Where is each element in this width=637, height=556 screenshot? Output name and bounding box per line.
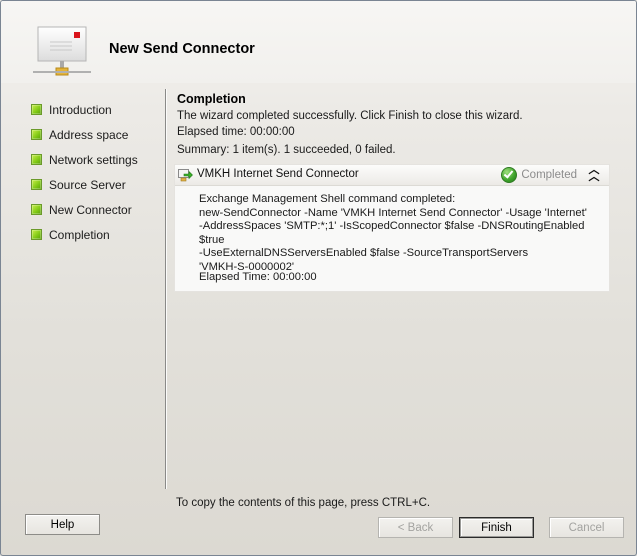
help-button[interactable]: Help <box>25 514 100 535</box>
success-check-icon <box>501 167 518 183</box>
result-elapsed-time: Elapsed Time: 00:00:00 <box>199 271 317 283</box>
step-complete-icon <box>31 129 42 140</box>
nav-step-network-settings[interactable]: Network settings <box>31 147 138 172</box>
elapsed-time: Elapsed time: 00:00:00 <box>177 126 295 138</box>
mail-connector-icon <box>29 25 93 85</box>
wizard-header: New Send Connector <box>1 1 636 83</box>
collapse-chevron-icon[interactable]: ︿ ︿ <box>587 165 601 183</box>
completion-message: The wizard completed successfully. Click… <box>177 110 523 122</box>
nav-step-source-server[interactable]: Source Server <box>31 172 138 197</box>
step-complete-icon <box>31 204 42 215</box>
section-title: Completion <box>177 92 246 106</box>
nav-step-label: Address space <box>49 127 129 142</box>
result-header[interactable]: VMKH Internet Send Connector Completed ︿… <box>175 165 609 186</box>
nav-step-completion[interactable]: Completion <box>31 222 138 247</box>
result-panel: VMKH Internet Send Connector Completed ︿… <box>174 164 610 292</box>
nav-step-address-space[interactable]: Address space <box>31 122 138 147</box>
nav-step-label: Source Server <box>49 177 126 192</box>
wizard-window: New Send Connector Introduction Address … <box>0 0 637 556</box>
result-status: Completed <box>501 167 577 183</box>
step-complete-icon <box>31 229 42 240</box>
nav-step-label: Network settings <box>49 152 138 167</box>
copy-hint: To copy the contents of this page, press… <box>176 497 431 509</box>
step-complete-icon <box>31 154 42 165</box>
nav-step-label: Completion <box>49 227 110 242</box>
wizard-title: New Send Connector <box>109 41 255 57</box>
step-complete-icon <box>31 104 42 115</box>
cancel-button[interactable]: Cancel <box>549 517 624 538</box>
step-complete-icon <box>31 179 42 190</box>
nav-step-label: Introduction <box>49 102 112 117</box>
command-output: Exchange Management Shell command comple… <box>199 193 587 273</box>
nav-step-new-connector[interactable]: New Connector <box>31 197 138 222</box>
wizard-steps-nav: Introduction Address space Network setti… <box>31 97 138 247</box>
nav-step-introduction[interactable]: Introduction <box>31 97 138 122</box>
nav-step-label: New Connector <box>49 202 132 217</box>
back-button[interactable]: < Back <box>378 517 453 538</box>
finish-button[interactable]: Finish <box>459 517 534 538</box>
nav-divider <box>165 89 167 489</box>
send-connector-icon <box>178 168 193 182</box>
status-text: Completed <box>521 169 577 181</box>
result-item-name: VMKH Internet Send Connector <box>197 168 359 180</box>
summary-text: Summary: 1 item(s). 1 succeeded, 0 faile… <box>177 144 396 156</box>
completion-content: Completion The wizard completed successf… <box>177 91 617 158</box>
